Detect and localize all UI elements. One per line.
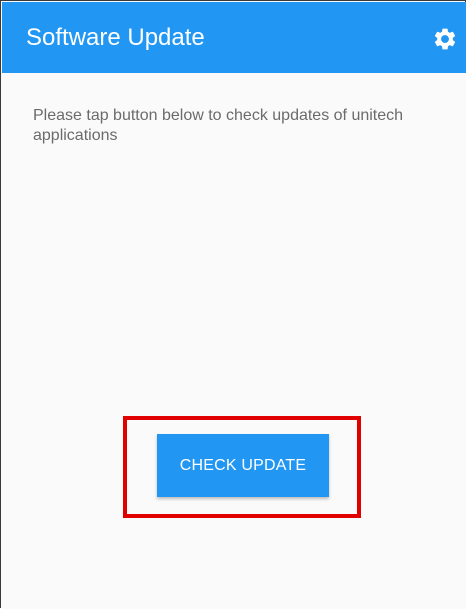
main-content: Please tap button below to check updates… [2,73,466,609]
device-screen: Software Update Please tap button below … [0,0,466,609]
gear-icon [434,28,456,50]
app-title: Software Update [26,24,205,51]
instruction-text: Please tap button below to check updates… [33,107,404,144]
settings-button[interactable] [428,22,462,56]
check-update-button[interactable]: CHECK UPDATE [157,434,329,497]
app-bar: Software Update [2,2,466,73]
